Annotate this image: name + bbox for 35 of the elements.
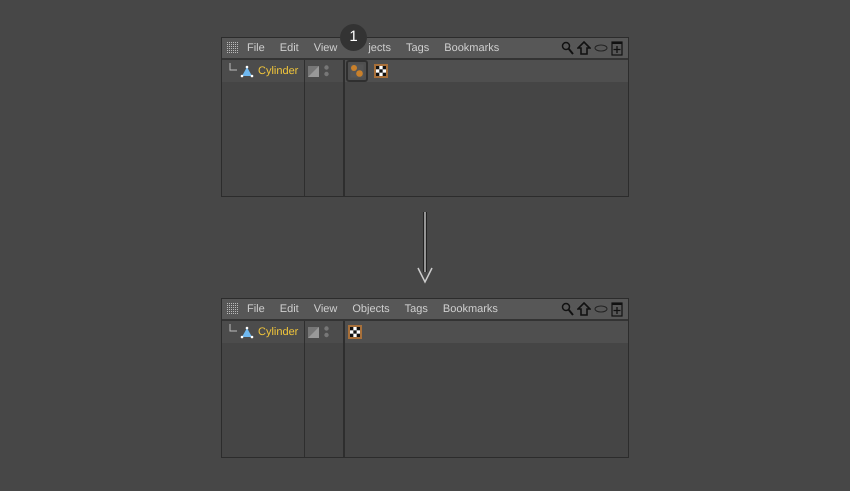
add-icon[interactable] — [611, 40, 623, 56]
down-arrow — [417, 212, 433, 284]
step-badge: 1 — [340, 24, 367, 51]
cone-icon[interactable] — [240, 326, 254, 338]
edit-state-icon[interactable] — [308, 326, 319, 338]
menu-item[interactable]: Edit — [280, 300, 299, 318]
tree-line-icon[interactable] — [229, 63, 238, 71]
menu-item[interactable]: jects — [368, 40, 391, 56]
menu-item[interactable]: Tags — [404, 300, 428, 318]
menu-item[interactable]: File — [247, 300, 265, 318]
grip-icon[interactable] — [227, 42, 239, 54]
add-icon[interactable] — [611, 302, 623, 316]
texture-tag-icon[interactable] — [374, 64, 388, 78]
material-tag-icon[interactable] — [350, 64, 364, 78]
tree-line-icon[interactable] — [229, 324, 238, 332]
menu-item[interactable]: View — [314, 40, 338, 56]
menu-item[interactable]: Bookmarks — [444, 40, 500, 56]
search-icon[interactable] — [561, 41, 574, 55]
home-icon[interactable] — [577, 302, 591, 316]
menu-item[interactable]: File — [247, 40, 265, 56]
cone-icon[interactable] — [240, 64, 254, 78]
ellipse-icon[interactable] — [594, 303, 608, 315]
menu-item[interactable]: View — [314, 300, 338, 318]
menu-item[interactable]: Tags — [406, 40, 430, 56]
home-icon[interactable] — [577, 41, 591, 55]
menu-item[interactable]: Edit — [280, 40, 299, 56]
visibility-dots-icon[interactable] — [324, 326, 329, 338]
menu-item[interactable]: Objects — [352, 300, 390, 318]
grip-icon[interactable] — [227, 303, 239, 315]
menu-item[interactable]: Bookmarks — [442, 300, 498, 318]
search-icon[interactable] — [561, 302, 574, 316]
ellipse-icon[interactable] — [594, 42, 608, 54]
texture-tag-icon[interactable] — [348, 325, 362, 339]
visibility-dots-icon[interactable] — [324, 65, 329, 77]
edit-state-icon[interactable] — [308, 66, 319, 76]
